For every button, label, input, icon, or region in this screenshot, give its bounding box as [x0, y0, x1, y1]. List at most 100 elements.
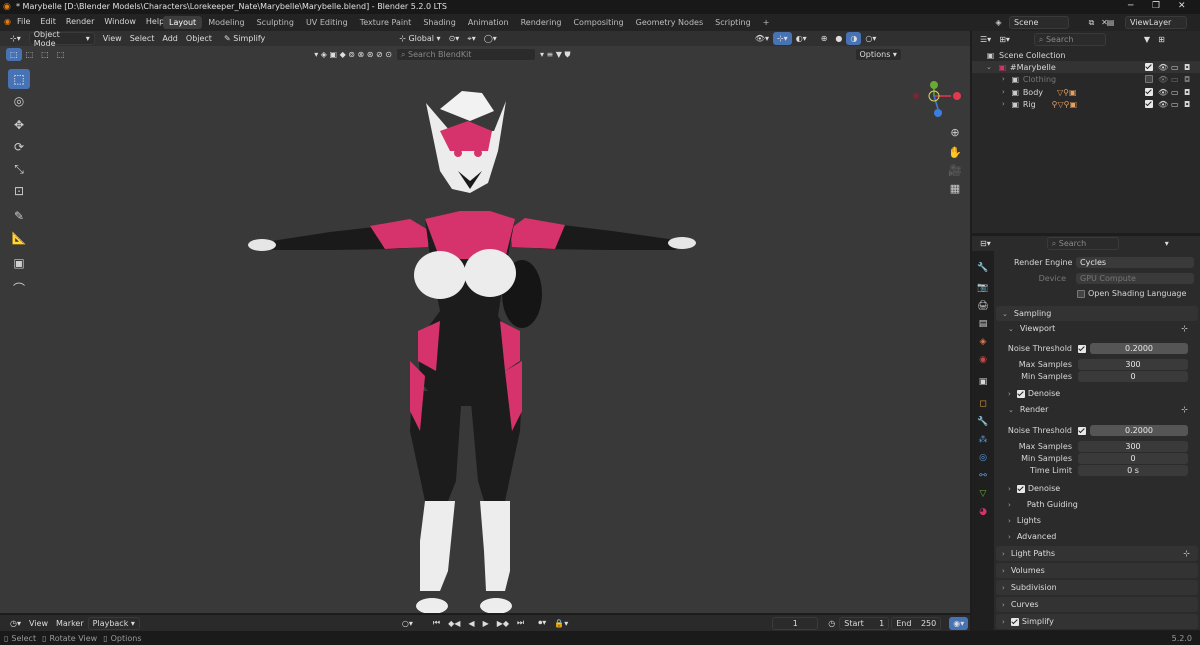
keying-icon[interactable]: ○▾	[398, 617, 417, 630]
rendered-shading-icon[interactable]: ○▾	[861, 32, 880, 45]
constraints-tab-icon[interactable]: ⚯	[976, 470, 990, 483]
noise-threshold-field[interactable]: 0.2000	[1090, 425, 1188, 436]
expand-icon[interactable]: ›	[1002, 88, 1005, 96]
sampling-panel-header[interactable]: ⌄ Sampling	[996, 306, 1198, 321]
exclude-checkbox[interactable]	[1145, 88, 1153, 96]
exclude-checkbox[interactable]	[1145, 100, 1153, 108]
viewport-monitor-icon[interactable]: ▭	[1171, 88, 1179, 97]
mode-dropdown[interactable]: Object Mode ▾	[28, 30, 95, 48]
outliner-search-input[interactable]: ⌕ Search	[1033, 33, 1106, 46]
prev-keyframe-icon[interactable]: ◆◀	[444, 617, 464, 630]
scene-selector[interactable]: ◈ Scene ⧉ ✕	[994, 16, 1109, 29]
viewport-monitor-icon[interactable]: ▭	[1171, 100, 1179, 109]
denoise-checkbox[interactable]	[1016, 389, 1025, 398]
visibility-icon[interactable]: 👁▾	[751, 32, 773, 45]
view-layer-field[interactable]: ViewLayer	[1125, 16, 1187, 29]
collection-tab-icon[interactable]: ▣	[976, 376, 990, 389]
visibility-eye-icon[interactable]: 👁	[1158, 63, 1168, 72]
minimize-icon[interactable]: ─	[1128, 1, 1133, 11]
material-tab-icon[interactable]: ◕	[976, 506, 990, 519]
proportional-edit-icon[interactable]: ◯▾	[480, 32, 501, 45]
gizmo-tool-icon[interactable]: ⌒	[8, 278, 30, 298]
min-samples-field[interactable]: 0	[1078, 371, 1188, 382]
data-tab-icon[interactable]: ▽	[976, 488, 990, 501]
noise-threshold-field[interactable]: 0.2000	[1090, 343, 1188, 354]
collection-row-marybelle[interactable]: ⌄ ▣ #Marybelle 👁 ▭ ◘	[972, 61, 1200, 73]
material-shading-icon[interactable]: ◑	[846, 32, 862, 45]
jump-end-icon[interactable]: ⏭	[513, 617, 528, 630]
tab-modeling[interactable]: Modeling	[202, 16, 250, 29]
clock-icon[interactable]: ◷	[824, 617, 839, 630]
select-mode-invert-icon[interactable]: ⬚	[53, 48, 69, 61]
display-mode-icon[interactable]: ⊞▾	[995, 33, 1014, 46]
menu-file[interactable]: File	[17, 17, 30, 26]
tool-tab-icon[interactable]: 🔧	[976, 262, 990, 275]
select-mode-subtract-icon[interactable]: ⬚	[37, 48, 53, 61]
view-menu[interactable]: View	[99, 32, 126, 45]
noise-threshold-checkbox[interactable]	[1078, 344, 1086, 353]
start-frame-field[interactable]: Start 1	[839, 616, 890, 630]
timeline-marker-menu[interactable]: Marker	[52, 617, 88, 630]
play-reverse-icon[interactable]: ◀	[464, 617, 478, 630]
scene-name-field[interactable]: Scene	[1009, 16, 1069, 29]
outliner-row-rig[interactable]: › ▣ Rig ⚲▽⚲▣ 👁 ▭ ◘	[972, 98, 1200, 110]
3d-viewport[interactable]: ⬚ ◎ ✥ ⟳ ⤡ ⊡ ✎ 📐 ▣ ⌒ ⊕ ✋ 🎥 ▦	[0, 31, 970, 613]
render-camera-icon[interactable]: ◘	[1184, 75, 1190, 84]
world-tab-icon[interactable]: ◉	[976, 354, 990, 367]
select-mode-extend-icon[interactable]: ⬚	[22, 48, 38, 61]
add-menu[interactable]: Add	[158, 32, 182, 45]
measure-tool-icon[interactable]: 📐	[8, 228, 30, 248]
tab-texture-paint[interactable]: Texture Paint	[354, 16, 418, 29]
lock-icon[interactable]: 🔒▾	[550, 617, 572, 630]
light-paths-panel-header[interactable]: › Light Paths ⊹	[996, 546, 1198, 561]
blendkit-search-input[interactable]: ⌕ Search BlendKit	[396, 48, 536, 61]
presets-icon[interactable]: ⊹	[1181, 324, 1188, 333]
properties-search-input[interactable]: ⌕ Search	[1046, 237, 1119, 250]
zoom-icon[interactable]: ⊕	[946, 123, 964, 141]
options-dropdown[interactable]: Options ▾	[854, 48, 902, 61]
scene-collection-row[interactable]: ▣ Scene Collection	[972, 49, 1200, 61]
render-subpanel-header[interactable]: ⌄ Render ⊹	[1008, 405, 1194, 414]
solid-shading-icon[interactable]: ●	[831, 32, 846, 45]
camera-view-icon[interactable]: 🎥	[946, 161, 964, 179]
curves-panel-header[interactable]: › Curves	[996, 597, 1198, 612]
sync-icon[interactable]: ◉▾	[949, 616, 969, 630]
grid-perspective-icon[interactable]: ▦	[946, 179, 964, 197]
timeline-editor-icon[interactable]: ◷▾	[6, 617, 25, 630]
object-menu[interactable]: Object	[182, 32, 216, 45]
particles-tab-icon[interactable]: ⁂	[976, 434, 990, 447]
render-camera-icon[interactable]: ◘	[1184, 63, 1190, 72]
snap-icon[interactable]: ⌖▾	[463, 32, 480, 45]
select-menu[interactable]: Select	[126, 32, 159, 45]
max-samples-field[interactable]: 300	[1078, 441, 1188, 452]
close-icon[interactable]: ✕	[1178, 1, 1186, 11]
tab-rendering[interactable]: Rendering	[515, 16, 568, 29]
add-workspace-icon[interactable]: +	[757, 16, 776, 29]
select-box-tool-icon[interactable]: ⬚	[8, 69, 30, 89]
properties-editor-icon[interactable]: ⊟▾	[976, 237, 995, 250]
tab-shading[interactable]: Shading	[417, 16, 462, 29]
presets-icon[interactable]: ⊹	[1183, 549, 1190, 558]
tab-layout[interactable]: Layout	[163, 16, 203, 29]
outliner-row-body[interactable]: › ▣ Body ▽⚲▣ 👁 ▭ ◘	[972, 86, 1200, 98]
auto-key-icon[interactable]: ⏺▾	[534, 617, 550, 630]
pan-hand-icon[interactable]: ✋	[946, 143, 964, 161]
render-camera-icon[interactable]: ◘	[1184, 100, 1190, 109]
timeline-view-menu[interactable]: View	[25, 617, 52, 630]
play-icon[interactable]: ▶	[479, 617, 493, 630]
render-camera-icon[interactable]: ◘	[1184, 88, 1190, 97]
annotate-tool-icon[interactable]: ✎	[8, 206, 30, 226]
cursor-tool-icon[interactable]: ◎	[8, 91, 30, 111]
time-limit-field[interactable]: 0 s	[1078, 465, 1188, 476]
end-frame-field[interactable]: End 250	[891, 616, 942, 630]
advanced-subpanel[interactable]: › Advanced	[1008, 532, 1056, 541]
new-scene-icon[interactable]: ⧉	[1087, 18, 1096, 28]
tab-scripting[interactable]: Scripting	[709, 16, 757, 29]
playback-dropdown[interactable]: Playback ▾	[87, 616, 140, 630]
editor-type-icon[interactable]: ⊹▾	[6, 32, 25, 45]
tab-uv-editing[interactable]: UV Editing	[300, 16, 354, 29]
visibility-eye-icon[interactable]: 👁	[1158, 88, 1168, 97]
render-tab-icon[interactable]: 📷	[976, 282, 990, 295]
gizmo-toggle-icon[interactable]: ⊹▾	[772, 32, 792, 45]
move-tool-icon[interactable]: ✥	[8, 115, 30, 135]
